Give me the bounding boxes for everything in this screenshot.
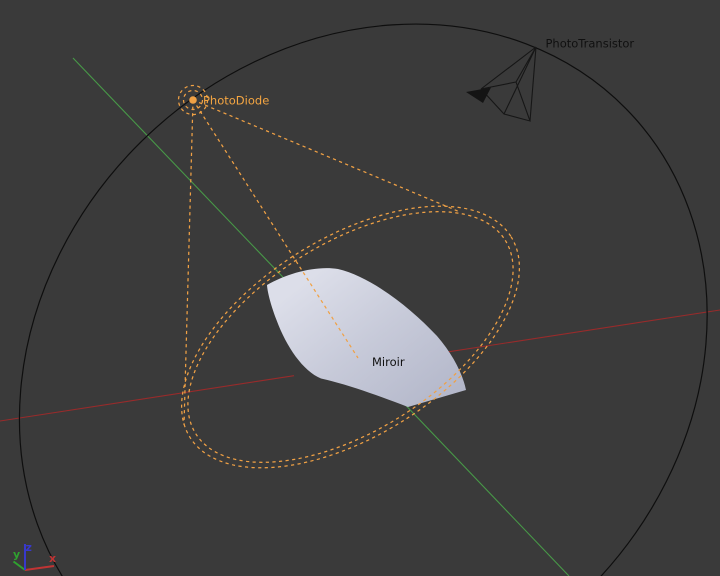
lamp-center-dot-icon[interactable] [189,96,197,104]
mini-x-axis-label: x [49,552,56,565]
mirror-label: Miroir [372,355,405,369]
phototransistor-label: PhotoTransistor [546,37,635,51]
blender-3d-viewport[interactable]: Miroir PhotoDiode PhotoTransistor x y z [0,0,720,576]
viewport-canvas[interactable]: Miroir PhotoDiode PhotoTransistor x y z [0,0,720,576]
photodiode-label: PhotoDiode [203,94,269,108]
mini-y-axis-label: y [13,548,20,561]
mini-z-axis-label: z [26,541,32,554]
